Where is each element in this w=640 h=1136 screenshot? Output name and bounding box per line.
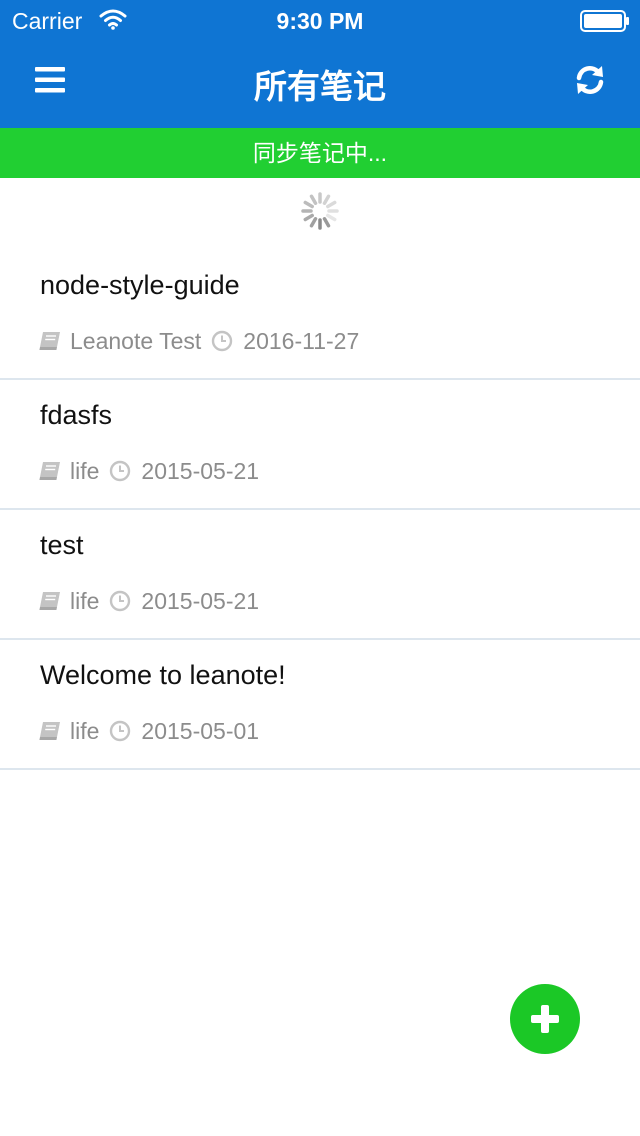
note-list-item[interactable]: fdasfs life 2015-05-21 — [0, 380, 640, 510]
note-date: 2015-05-21 — [141, 457, 260, 484]
note-title: test — [40, 530, 84, 560]
clock-icon — [110, 590, 131, 612]
app-header: Carrier 9:30 PM 所有笔记 — [0, 0, 640, 128]
status-time: 9:30 PM — [276, 8, 364, 34]
refresh-icon — [576, 65, 604, 95]
notebook-icon — [39, 722, 60, 740]
clock-icon — [110, 720, 131, 742]
clock-icon — [212, 330, 233, 352]
page-title: 所有笔记 — [254, 68, 386, 105]
note-title: node-style-guide — [40, 270, 240, 300]
notebook-icon — [39, 332, 60, 350]
add-note-button[interactable] — [510, 984, 580, 1054]
note-date: 2016-11-27 — [243, 327, 360, 354]
note-date: 2015-05-21 — [141, 587, 260, 614]
loading-spinner-icon — [301, 192, 339, 230]
note-meta: life 2015-05-21 — [38, 456, 259, 486]
status-bar: Carrier 9:30 PM — [0, 0, 640, 40]
menu-button[interactable] — [24, 56, 76, 104]
note-notebook: life — [70, 587, 100, 614]
note-list-item[interactable]: Welcome to leanote! life 2015-05-01 — [0, 640, 640, 770]
note-meta: Leanote Test 2016-11-27 — [38, 326, 359, 356]
clock-icon — [110, 460, 131, 482]
hamburger-menu-icon — [35, 67, 65, 93]
note-list: node-style-guide Leanote Test 2016-11-27… — [0, 250, 640, 770]
refresh-button[interactable] — [560, 54, 620, 106]
notebook-icon — [39, 462, 60, 480]
note-title: Welcome to leanote! — [40, 660, 286, 690]
note-notebook: Leanote Test — [70, 327, 202, 354]
battery-icon — [580, 10, 629, 32]
sync-status-banner: 同步笔记中... — [0, 128, 640, 178]
note-list-item[interactable]: test life 2015-05-21 — [0, 510, 640, 640]
note-meta: life 2015-05-01 — [38, 716, 259, 746]
note-list-item[interactable]: node-style-guide Leanote Test 2016-11-27 — [0, 250, 640, 380]
note-title: fdasfs — [40, 400, 113, 430]
note-notebook: life — [70, 457, 100, 484]
note-meta: life 2015-05-21 — [38, 586, 259, 616]
plus-icon — [531, 1005, 559, 1033]
note-notebook: life — [70, 717, 100, 744]
notebook-icon — [39, 592, 60, 610]
note-date: 2015-05-01 — [141, 717, 260, 744]
